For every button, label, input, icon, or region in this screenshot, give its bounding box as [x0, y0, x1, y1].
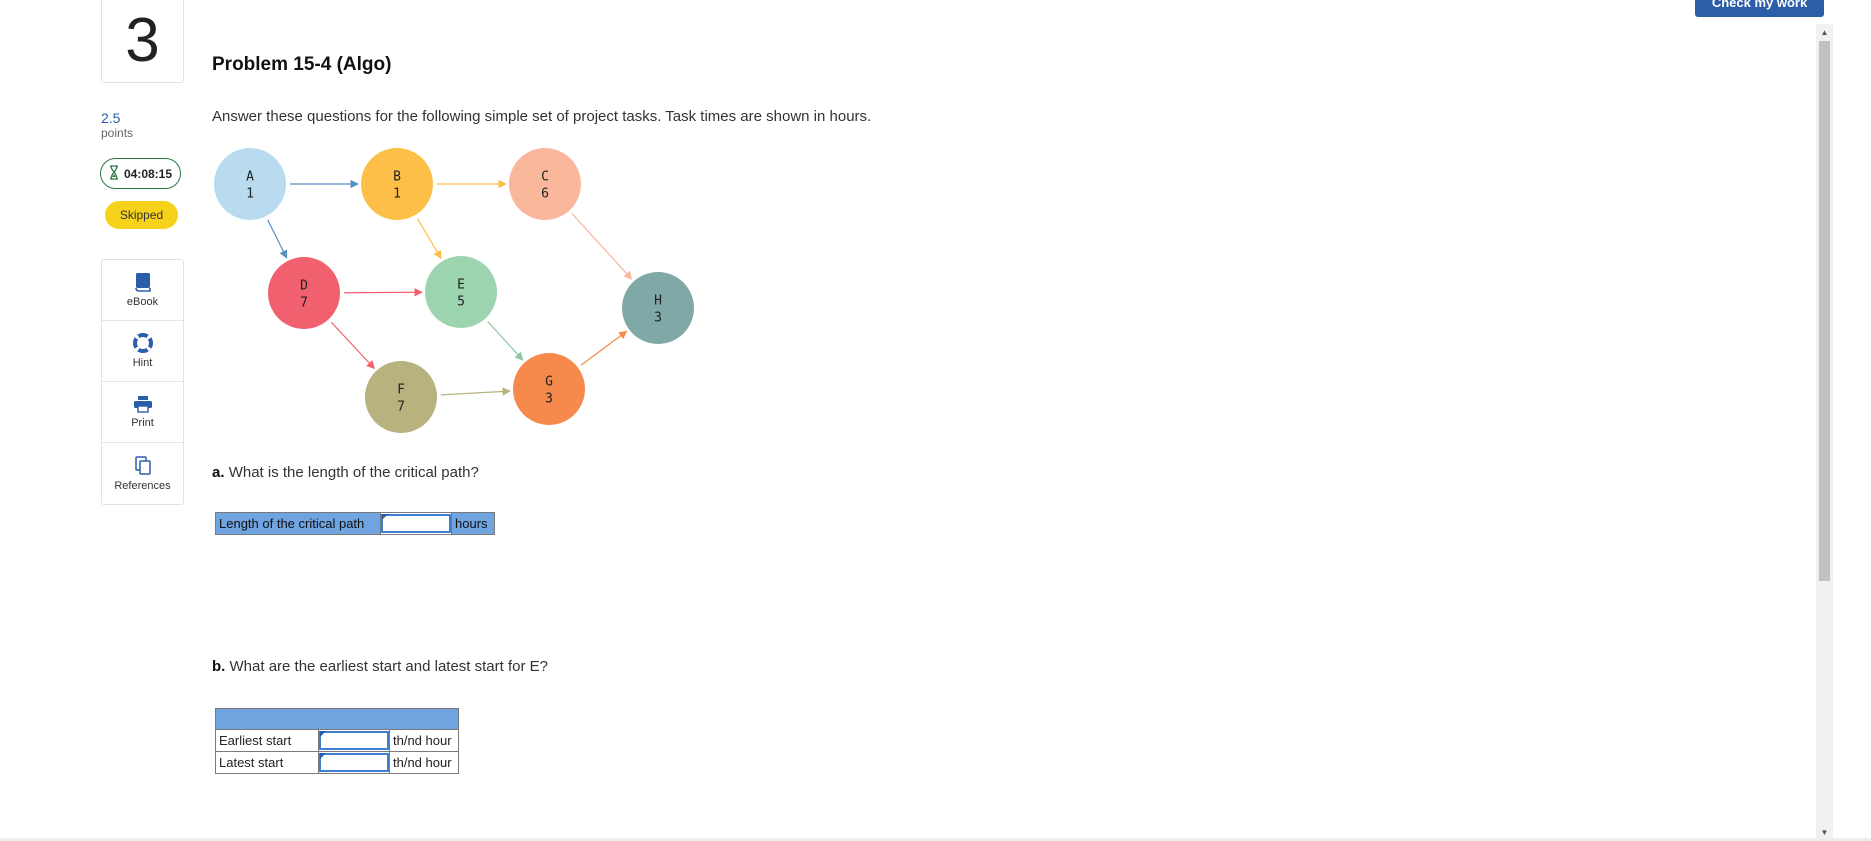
hint-label: Hint: [132, 357, 153, 369]
earliest-start-unit: th/nd hour: [389, 729, 459, 752]
node-time-G: 3: [545, 392, 553, 407]
latest-start-unit: th/nd hour: [389, 751, 459, 774]
edge-B-E: [416, 218, 442, 260]
references-label: References: [114, 479, 171, 492]
earliest-start-input[interactable]: [319, 731, 389, 750]
timer: 04:08:15: [100, 158, 181, 189]
node-letter-G: G: [545, 375, 553, 390]
edge-D-F: [330, 321, 375, 370]
table-b-header: [215, 708, 459, 730]
question-number: 3: [101, 0, 184, 83]
ebook-label: eBook: [126, 296, 159, 308]
question-a-prefix: a.: [212, 464, 225, 481]
lifebuoy-icon: [132, 333, 153, 353]
answer-table-a: Length of the critical path hours: [215, 512, 495, 535]
timer-value: 04:08:15: [123, 166, 173, 181]
critical-path-unit: hours: [451, 512, 495, 535]
node-time-F: 7: [397, 400, 405, 415]
question-a: a. What is the length of the critical pa…: [212, 464, 479, 481]
answer-table-b: Earliest start th/nd hour Latest start t…: [215, 708, 459, 774]
critical-path-cell: [380, 512, 452, 535]
edge-F-G: [440, 387, 511, 396]
earliest-start-cell: [318, 729, 390, 752]
print-button[interactable]: Print: [102, 382, 183, 443]
problem-intro: Answer these questions for the following…: [212, 108, 872, 125]
node-D: D7: [268, 257, 340, 329]
latest-start-input[interactable]: [319, 753, 389, 772]
node-H: H3: [622, 272, 694, 344]
node-B: B1: [361, 148, 433, 220]
scroll-up-arrow-icon[interactable]: ▲: [1816, 24, 1833, 41]
edge-A-D: [267, 219, 288, 259]
node-letter-D: D: [300, 279, 308, 294]
node-letter-E: E: [457, 278, 465, 293]
node-time-A: 1: [246, 187, 254, 202]
hourglass-icon: [109, 164, 119, 183]
points-label: points: [101, 126, 134, 140]
points-value: 2.5: [101, 110, 121, 126]
node-A: A1: [214, 148, 286, 220]
node-time-E: 5: [457, 295, 465, 310]
status-badge: Skipped: [105, 201, 178, 229]
question-b: b. What are the earliest start and lates…: [212, 658, 548, 675]
node-letter-F: F: [397, 383, 405, 398]
critical-path-input[interactable]: [381, 514, 451, 533]
printer-icon: [133, 395, 153, 413]
node-G: G3: [513, 353, 585, 425]
node-time-H: 3: [654, 311, 662, 326]
scrollbar-thumb[interactable]: [1819, 41, 1830, 581]
problem-title: Problem 15-4 (Algo): [212, 54, 392, 75]
book-icon: [134, 272, 152, 292]
check-my-work-button[interactable]: Check my work: [1695, 0, 1824, 17]
node-C: C6: [509, 148, 581, 220]
node-letter-B: B: [393, 170, 401, 185]
hint-button[interactable]: Hint: [102, 321, 183, 382]
references-button[interactable]: References: [102, 443, 183, 504]
node-letter-A: A: [246, 170, 254, 185]
edge-E-G: [487, 321, 524, 361]
print-label: Print: [131, 417, 154, 429]
question-a-text: What is the length of the critical path?: [228, 464, 479, 481]
critical-path-label: Length of the critical path: [215, 512, 381, 535]
edge-C-H: [571, 213, 633, 280]
tool-panel: eBook Hint Print References: [101, 259, 184, 505]
node-time-B: 1: [393, 187, 401, 202]
question-b-prefix: b.: [212, 658, 226, 675]
latest-start-label: Latest start: [215, 751, 319, 774]
node-time-C: 6: [541, 187, 549, 202]
latest-start-cell: [318, 751, 390, 774]
node-E: E5: [425, 256, 497, 328]
node-letter-C: C: [541, 170, 549, 185]
earliest-start-label: Earliest start: [215, 729, 319, 752]
node-F: F7: [365, 361, 437, 433]
question-b-text: What are the earliest start and latest s…: [229, 658, 548, 675]
copy-icon: [134, 455, 152, 476]
points-display: 2.5 points: [101, 111, 133, 141]
ebook-button[interactable]: eBook: [102, 260, 183, 321]
node-letter-H: H: [654, 294, 662, 309]
node-time-D: 7: [300, 296, 308, 311]
edge-G-H: [580, 330, 628, 366]
scrollbar[interactable]: ▲ ▼: [1816, 24, 1833, 841]
project-network-diagram: A1B1C6D7E5F7G3H3: [214, 148, 694, 433]
